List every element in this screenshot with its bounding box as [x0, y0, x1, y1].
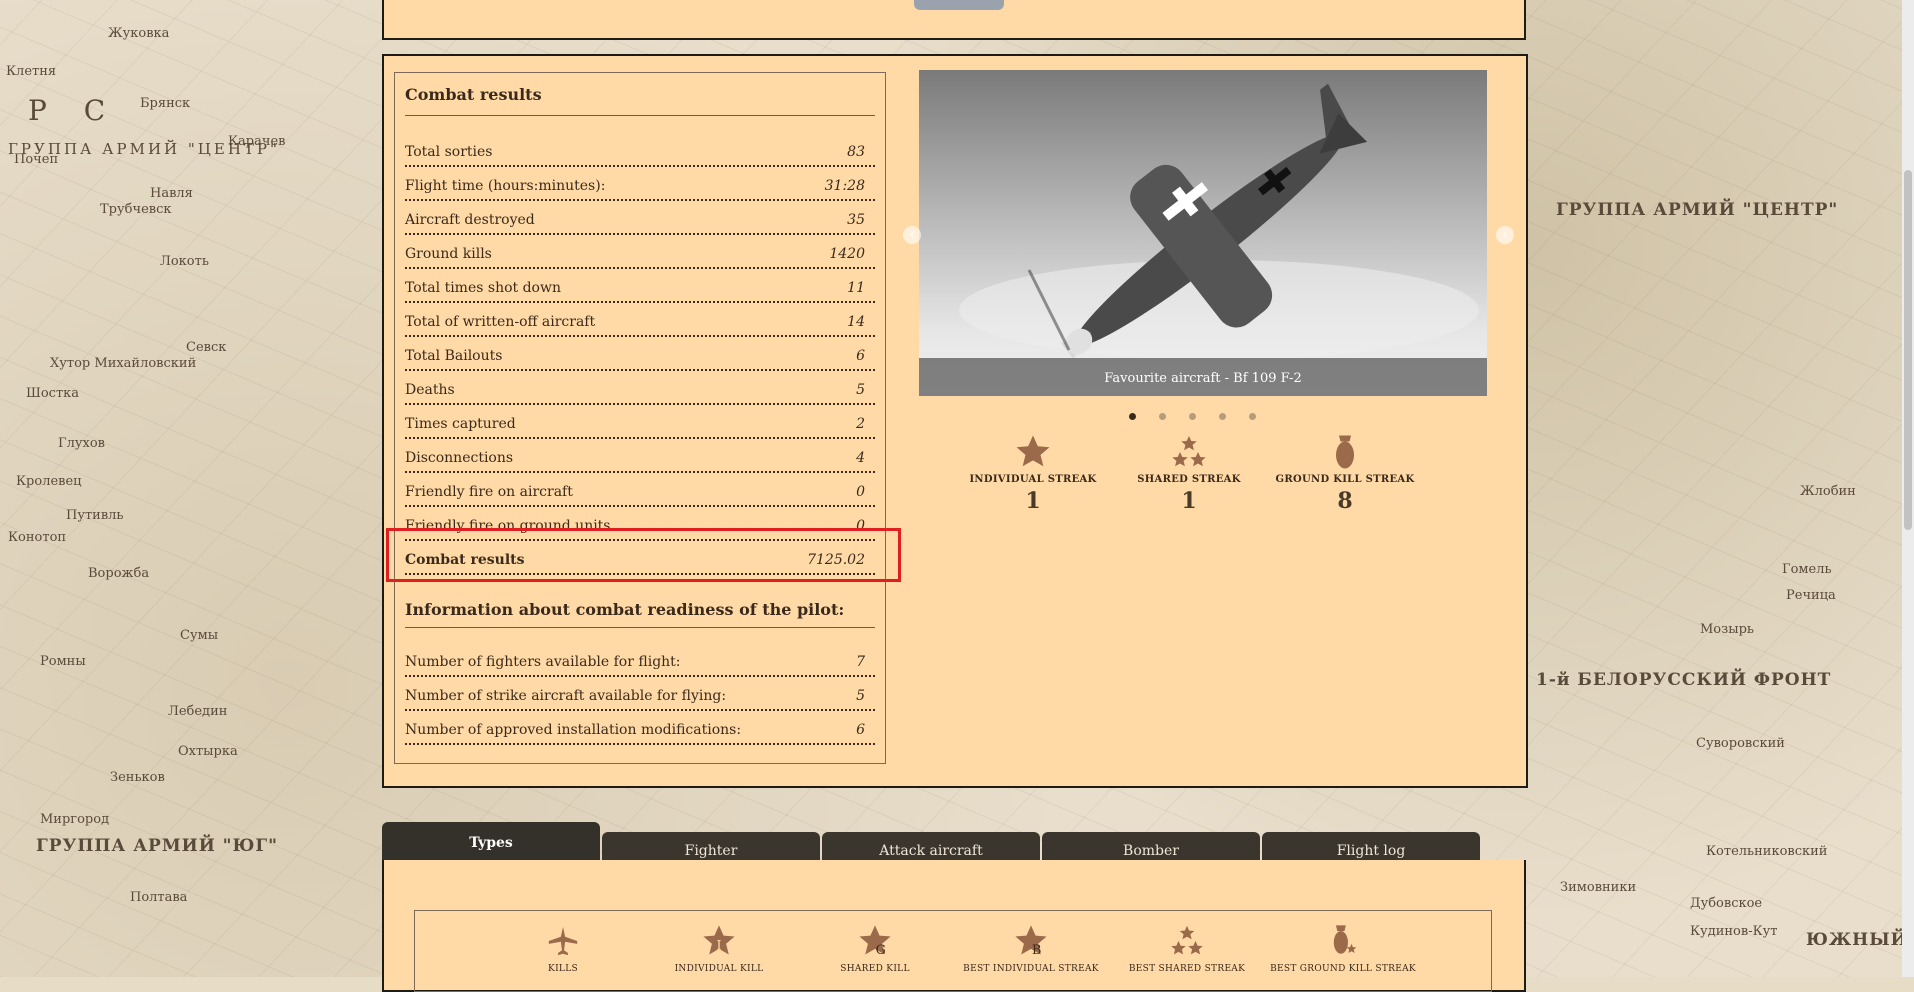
svg-text:G: G	[876, 943, 886, 958]
map-label: Гомель	[1782, 562, 1832, 577]
stat-row-total-sorties: Total sorties 83	[405, 131, 875, 167]
map-label: Кудинов-Кут	[1690, 924, 1778, 939]
map-label: Кролевец	[16, 474, 82, 489]
map-label: Суворовский	[1696, 736, 1785, 751]
map-label: Брянск	[140, 96, 191, 111]
shared-streak: SHARED STREAK 1	[1104, 434, 1274, 514]
stat-row-times-captured: Times captured 2	[405, 403, 875, 439]
map-label: Миргород	[40, 812, 110, 827]
map-label: Севск	[186, 340, 227, 355]
bomb-icon	[1336, 435, 1354, 469]
award-best-individual-streak: B BEST INDIVIDUAL STREAK	[956, 924, 1106, 974]
map-label: Навля	[150, 186, 193, 201]
carousel-dot-2[interactable]	[1159, 413, 1166, 420]
map-label: Конотоп	[8, 530, 67, 545]
stat-row-flight-time: Flight time (hours:minutes): 31:28	[405, 165, 875, 201]
pilot-stats-panel: Combat results Total sorties 83 Flight ti…	[382, 54, 1528, 788]
individual-streak: INDIVIDUAL STREAK 1	[948, 434, 1118, 514]
carousel-prev-button[interactable]: ‹	[903, 226, 921, 244]
map-label-group: ГРУППА АРМИЙ "ЦЕНТР"	[1556, 200, 1839, 220]
map-label: Хутор Михайловский	[50, 356, 197, 371]
award-kills: KILLS	[488, 924, 638, 974]
triple-star-icon	[1172, 436, 1206, 467]
map-label: Котельниковский	[1706, 844, 1828, 859]
plane-icon	[548, 926, 578, 956]
readiness-row-modifications: Number of approved installation modifica…	[405, 709, 875, 745]
readiness-row-fighters: Number of fighters available for flight:…	[405, 641, 875, 677]
previous-panel-strip	[382, 0, 1526, 40]
map-label: Речица	[1786, 588, 1836, 603]
award-best-shared-streak: BEST SHARED STREAK	[1112, 924, 1262, 974]
map-label-front: 1-й БЕЛОРУССКИЙ ФРОНТ	[1536, 670, 1832, 690]
map-label: Дубовское	[1690, 896, 1763, 911]
carousel-dot-5[interactable]	[1249, 413, 1256, 420]
map-label-front: ЮЖНЫЙ ФРОНТ	[1806, 930, 1914, 950]
map-label-region: Р С	[28, 94, 120, 127]
map-label: Трубчевск	[100, 202, 172, 217]
map-label: Локоть	[160, 254, 209, 269]
readiness-title: Information about combat readiness of th…	[405, 600, 845, 619]
map-label: Мозырь	[1700, 622, 1754, 637]
aircraft-photo	[919, 70, 1487, 396]
stat-row-ff-aircraft: Friendly fire on aircraft 0	[405, 471, 875, 507]
stat-row-written-off: Total of written-off aircraft 14	[405, 301, 875, 337]
aircraft-silhouette	[959, 83, 1479, 360]
combat-results-highlight	[386, 528, 901, 582]
scrollbar-thumb[interactable]	[1904, 170, 1912, 530]
carousel-caption: Favourite aircraft - Bf 109 F-2	[1104, 371, 1302, 386]
page-scrollbar[interactable]	[1902, 0, 1914, 977]
star-g-icon: G	[859, 925, 891, 958]
map-label: Шостка	[26, 386, 80, 401]
carousel-next-button[interactable]: ›	[1496, 226, 1514, 244]
map-label: Путивль	[66, 508, 124, 523]
stat-row-bailouts: Total Bailouts 6	[405, 335, 875, 371]
star-icon	[1016, 435, 1050, 467]
svg-text:B: B	[1032, 943, 1041, 958]
map-label: Лебедин	[168, 704, 228, 719]
map-label: Зимовники	[1560, 880, 1637, 895]
combat-results-title: Combat results	[405, 85, 542, 104]
map-label: Полтава	[130, 890, 188, 905]
stat-row-aircraft-destroyed: Aircraft destroyed 35	[405, 199, 875, 235]
map-label: Сумы	[180, 628, 219, 643]
triple-star-icon	[1171, 925, 1203, 955]
map-label: Жуковка	[108, 26, 170, 41]
map-label: Глухов	[58, 436, 105, 451]
stat-row-times-shot-down: Total times shot down 11	[405, 267, 875, 303]
awards-panel: KILLS I INDIVIDUAL KILL G SHARED KILL B …	[382, 860, 1526, 992]
star-b-icon: B	[1015, 925, 1047, 958]
award-best-ground-kill-streak: BEST GROUND KILL STREAK	[1268, 924, 1418, 974]
carousel-dot-1[interactable]	[1129, 413, 1136, 420]
map-label: Жлобин	[1800, 484, 1856, 499]
aircraft-carousel[interactable]: Favourite aircraft - Bf 109 F-2	[919, 70, 1487, 396]
map-label-group: ГРУППА АРМИЙ "ЦЕНТР"	[8, 140, 280, 158]
star-i-icon: I	[703, 925, 735, 955]
carousel-dot-4[interactable]	[1219, 413, 1226, 420]
map-label-group: ГРУППА АРМИЙ "ЮГ"	[36, 836, 279, 856]
map-label: Охтырка	[178, 744, 238, 759]
stat-row-ground-kills: Ground kills 1420	[405, 233, 875, 269]
award-individual-kill: I INDIVIDUAL KILL	[644, 924, 794, 974]
map-label: Зеньков	[110, 770, 165, 785]
tab-handle[interactable]	[914, 0, 1004, 10]
divider	[405, 627, 875, 628]
stat-row-deaths: Deaths 5	[405, 369, 875, 405]
bomb-star-icon	[1333, 925, 1357, 954]
map-label: Ромны	[40, 654, 86, 669]
readiness-row-strike: Number of strike aircraft available for …	[405, 675, 875, 711]
map-label: Ворожба	[88, 566, 150, 581]
combat-results-box: Combat results Total sorties 83 Flight ti…	[394, 72, 886, 764]
divider	[405, 115, 875, 116]
award-shared-kill: G SHARED KILL	[800, 924, 950, 974]
svg-text:I: I	[716, 939, 721, 954]
ground-kill-streak: GROUND KILL STREAK 8	[1260, 434, 1430, 514]
carousel-dot-3[interactable]	[1189, 413, 1196, 420]
stat-row-disconnections: Disconnections 4	[405, 437, 875, 473]
map-label: Клетня	[6, 64, 57, 79]
